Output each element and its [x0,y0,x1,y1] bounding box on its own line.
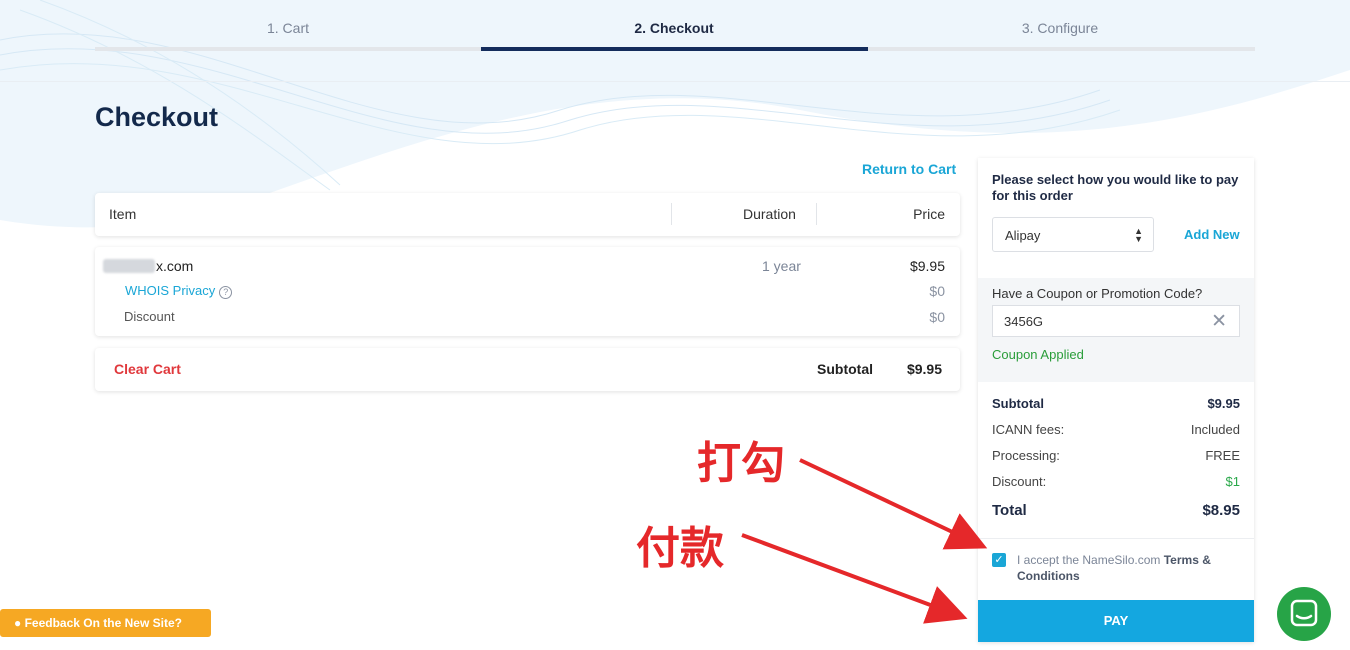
whois-privacy[interactable]: WHOIS Privacy? [125,283,233,299]
step-bar-configure [868,47,1255,51]
step-cart[interactable]: 1. Cart [95,20,481,36]
coupon-status: Coupon Applied [992,347,1084,362]
summary-total-value: $8.95 [1202,502,1240,519]
payment-method-select[interactable]: Alipay ▲ ▼ [992,217,1154,252]
step-checkout: 2. Checkout [634,20,714,36]
clear-cart-button[interactable]: Clear Cart [114,361,181,377]
subtotal-label: Subtotal [817,361,873,377]
coupon-label: Have a Coupon or Promotion Code? [992,286,1203,301]
item-price: $9.95 [909,258,945,274]
step-bar-cart [95,47,481,51]
summary-processing: Processing: FREE [992,448,1240,463]
help-icon[interactable]: ? [219,286,233,299]
summary-discount-value: $1 [1225,474,1240,489]
summary-discount-label: Discount: [992,474,1047,489]
annotation-pay: 付款 [636,523,724,574]
feedback-button[interactable]: ● Feedback On the New Site? [0,609,211,637]
summary-total-label: Total [992,502,1027,519]
summary-total: Total $8.95 [992,502,1240,519]
payment-prompt: Please select how you would like to pay … [992,172,1239,203]
feedback-label: Feedback On the New Site? [24,616,182,630]
cart-item-row: x.com 1 year $9.95 WHOIS Privacy? $0 Dis… [95,247,960,336]
terms-checkbox[interactable]: ✓ [992,553,1006,567]
coupon-section: Have a Coupon or Promotion Code? 3456G ✕… [978,278,1254,382]
chat-bubble-icon: ● [14,616,22,630]
page-title: Checkout [95,102,219,132]
whois-price: $0 [929,283,945,299]
checkout-steps: 1. Cart 2. Checkout 3. Configure [95,0,1255,55]
terms-row: ✓ I accept the NameSilo.com Terms & Cond… [992,552,1242,584]
column-divider [816,203,817,225]
whois-privacy-label[interactable]: WHOIS Privacy [125,283,215,298]
column-divider [671,203,672,225]
cart-subtotal-bar: Clear Cart Subtotal $9.95 [95,348,960,391]
select-arrows-icon: ▲ ▼ [1134,226,1143,244]
terms-text: I accept the NameSilo.com Terms & Condit… [1017,552,1242,584]
summary-icann-value: Included [1190,422,1240,437]
step-bar-checkout [481,47,868,51]
cart-table-header: Item Duration Price [95,193,960,236]
domain-suffix: x.com [156,258,194,274]
return-to-cart-link[interactable]: Return to Cart [862,161,956,177]
add-new-payment-link[interactable]: Add New [1184,227,1240,242]
close-icon[interactable]: ✕ [1211,310,1227,333]
annotation-check: 打勾 [697,438,785,489]
column-duration: Duration [743,206,796,222]
column-price: Price [913,206,945,222]
payment-method-value: Alipay [1005,228,1041,243]
pay-button[interactable]: PAY [978,600,1254,642]
summary-icann: ICANN fees: Included [992,422,1240,437]
summary-processing-label: Processing: [992,448,1060,463]
summary-processing-value: FREE [1205,448,1240,463]
column-item: Item [109,206,137,222]
discount-price: $0 [929,309,945,325]
payment-panel: Please select how you would like to pay … [978,158,1254,642]
chat-widget-button[interactable] [1277,587,1331,641]
summary-subtotal-value: $9.95 [1207,396,1240,411]
header-divider [0,81,1350,82]
step-configure: 3. Configure [1021,20,1099,36]
redacted-text [103,259,155,273]
summary-divider [978,538,1254,539]
subtotal-value: $9.95 [906,361,942,377]
item-duration[interactable]: 1 year [762,258,801,274]
terms-prefix: I accept the NameSilo.com [1017,553,1164,567]
discount-label: Discount [124,309,175,324]
summary-subtotal: Subtotal $9.95 [992,396,1240,411]
chat-icon [1290,599,1318,627]
coupon-input[interactable]: 3456G ✕ [992,305,1240,337]
domain-name: x.com [103,258,193,274]
summary-discount: Discount: $1 [992,474,1240,489]
coupon-code: 3456G [1004,314,1044,329]
summary-icann-label: ICANN fees: [992,422,1065,437]
summary-subtotal-label: Subtotal [992,396,1044,411]
